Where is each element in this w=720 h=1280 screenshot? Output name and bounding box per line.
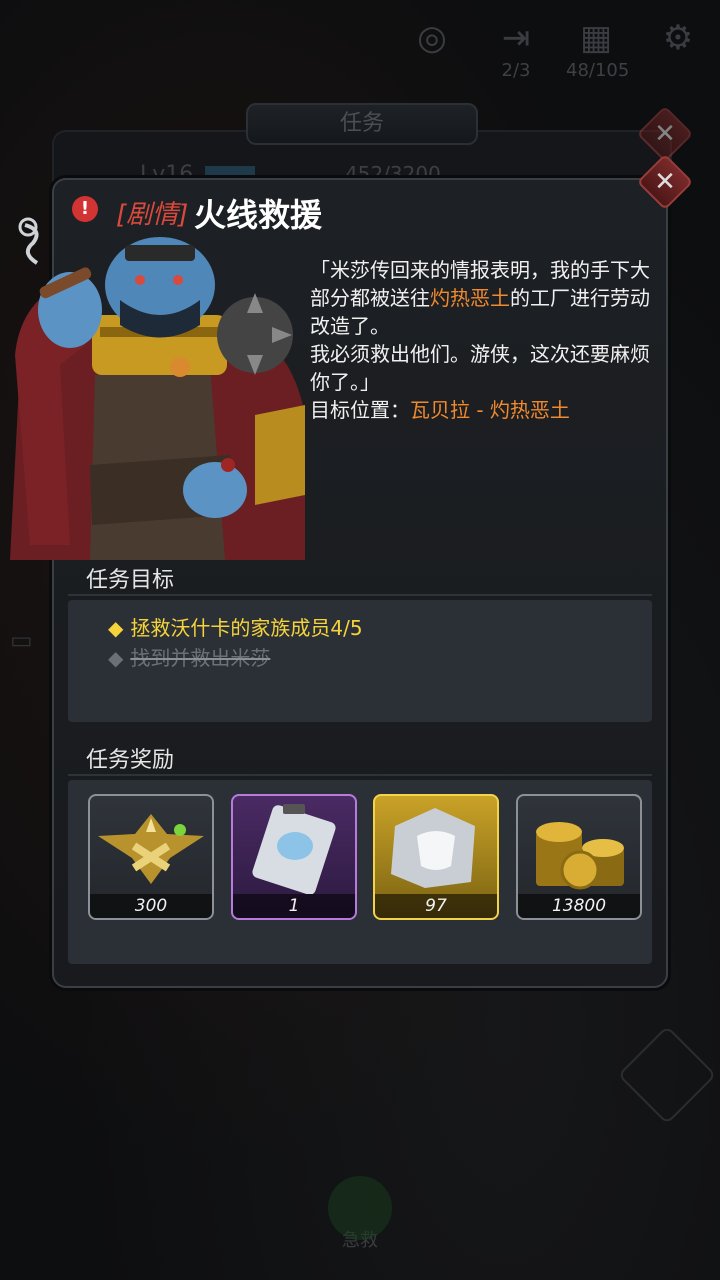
exit-count: 2/3 [501, 60, 531, 81]
reward-item[interactable]: 300 [88, 794, 214, 920]
calendar-icon: ▦ [579, 18, 613, 58]
calendar-button[interactable]: ▦ 48/105 [566, 18, 630, 81]
rewards-divider [68, 774, 652, 776]
radar-button[interactable]: ◎ [402, 18, 462, 60]
exit-button[interactable]: ⇥ 2/3 [486, 18, 546, 81]
rewards-title: 任务奖励 [86, 748, 175, 773]
objective-item-completed: ◆ 找到并救出米莎 [108, 646, 271, 670]
first-aid-icon [328, 1176, 392, 1240]
gear-icon: ⚙ [662, 18, 694, 58]
close-icon: ✕ [654, 119, 676, 149]
diamond-bullet-icon: ◆ [108, 646, 124, 670]
location-label: 目标位置： [310, 398, 410, 422]
close-icon: ✕ [654, 167, 676, 197]
top-bar: ◎ ⇥ 2/3 ▦ 48/105 ⚙ [0, 0, 720, 90]
quest-description: 「米莎传回来的情报表明，我的手下大部分都被送往灼热恶土的工厂进行劳动改造了。 我… [310, 258, 650, 422]
blueprint-card-icon [252, 804, 336, 894]
npc-portrait [10, 217, 305, 560]
calendar-count: 48/105 [566, 60, 630, 81]
radar-icon: ◎ [417, 18, 447, 58]
reward-item[interactable]: 13800 [516, 794, 642, 920]
objective-item-active: ◆ 拯救沃什卡的家族成员4/5 [108, 616, 363, 640]
reward-item[interactable]: 1 [231, 794, 357, 920]
settings-button[interactable]: ⚙ [648, 18, 708, 60]
location-value: 瓦贝拉 - 灼热恶土 [410, 398, 570, 422]
chat-icon[interactable]: ▭ [10, 626, 33, 654]
highlight-location: 灼热恶土 [430, 286, 510, 310]
objectives-title: 任务目标 [86, 568, 175, 593]
reward-item[interactable]: 97 [373, 794, 499, 920]
first-aid-button[interactable]: 急救 [322, 1176, 398, 1252]
exit-door-icon: ⇥ [501, 18, 531, 58]
objectives-divider [68, 594, 652, 596]
gold-coins-icon [536, 822, 624, 890]
rank-badge-icon [98, 814, 204, 884]
quest-tab-header: 任务 [246, 103, 478, 145]
diamond-bullet-icon: ◆ [108, 616, 124, 640]
armor-puzzle-piece-icon [391, 808, 475, 888]
